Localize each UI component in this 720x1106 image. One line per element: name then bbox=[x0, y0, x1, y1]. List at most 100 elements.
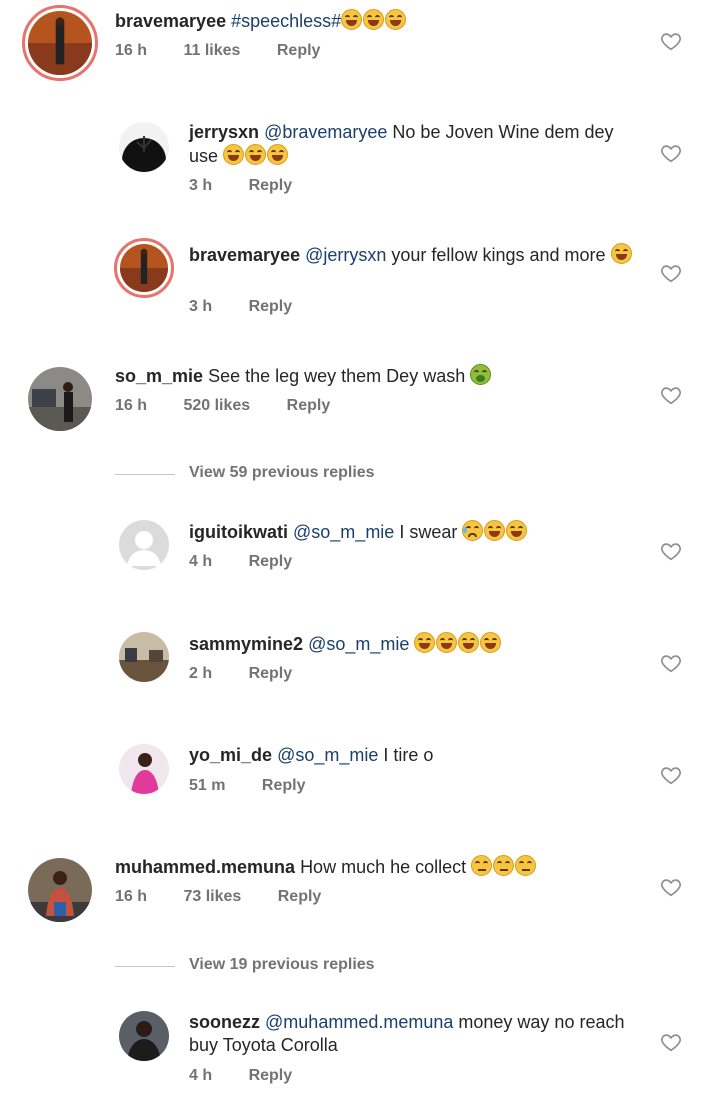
comment-text: bravemaryee @jerrysxn your fellow kings … bbox=[189, 243, 644, 267]
heart-icon[interactable] bbox=[660, 1031, 682, 1053]
avatar[interactable] bbox=[22, 5, 98, 81]
comment-body: See the leg wey them Dey wash bbox=[208, 366, 466, 386]
view-previous-replies-button[interactable]: View 59 previous replies bbox=[115, 464, 515, 484]
heart-icon[interactable] bbox=[660, 652, 682, 674]
comment-meta: 51 m Reply bbox=[189, 777, 338, 795]
heart-icon[interactable] bbox=[660, 764, 682, 786]
comment-text: yo_mi_de @so_m_mie I tire o bbox=[189, 744, 644, 767]
crying-emoji-icon bbox=[462, 520, 484, 541]
username[interactable]: sammymine2 bbox=[189, 634, 303, 654]
comment-time: 3 h bbox=[189, 177, 213, 194]
laughing-emoji-icon bbox=[480, 632, 502, 653]
laughing-emoji-icon bbox=[506, 520, 528, 541]
comment-text: sammymine2 @so_m_mie bbox=[189, 632, 644, 656]
laughing-emoji-icon bbox=[341, 9, 363, 30]
avatar[interactable] bbox=[28, 367, 92, 431]
mention-link[interactable]: @bravemaryee bbox=[264, 122, 387, 142]
comment-time: 16 h bbox=[115, 397, 148, 414]
avatar[interactable] bbox=[119, 632, 169, 682]
comment-time: 16 h bbox=[115, 888, 148, 905]
laughing-emoji-icon bbox=[436, 632, 458, 653]
comment-meta: 3 h Reply bbox=[189, 177, 324, 195]
username[interactable]: yo_mi_de bbox=[189, 745, 272, 765]
laughing-emoji-icon bbox=[610, 243, 632, 264]
comment-text: soonezz @muhammed.memuna money way no re… bbox=[189, 1011, 629, 1057]
laughing-emoji-icon bbox=[267, 144, 289, 165]
like-count[interactable]: 11 likes bbox=[183, 42, 240, 59]
comment-text: so_m_mie See the leg wey them Dey wash bbox=[115, 364, 635, 388]
heart-icon[interactable] bbox=[660, 540, 682, 562]
reply-button[interactable]: Reply bbox=[277, 42, 321, 59]
avatar[interactable] bbox=[114, 238, 174, 298]
avatar[interactable] bbox=[119, 520, 169, 570]
comment-body: I swear bbox=[399, 522, 458, 542]
laughing-emoji-icon bbox=[458, 632, 480, 653]
unamused-emoji-icon bbox=[493, 855, 515, 876]
reply-button[interactable]: Reply bbox=[287, 397, 331, 414]
comment-time: 16 h bbox=[115, 42, 148, 59]
unamused-emoji-icon bbox=[515, 855, 537, 876]
comment-body: your fellow kings and more bbox=[391, 245, 606, 265]
nauseated-emoji-icon bbox=[470, 364, 492, 385]
heart-icon[interactable] bbox=[660, 262, 682, 284]
reply-button[interactable]: Reply bbox=[278, 888, 322, 905]
laughing-emoji-icon bbox=[484, 520, 506, 541]
avatar[interactable] bbox=[119, 744, 169, 794]
view-previous-replies-label: View 59 previous replies bbox=[189, 464, 375, 481]
reply-button[interactable]: Reply bbox=[249, 553, 293, 570]
mention-link[interactable]: @jerrysxn bbox=[305, 245, 386, 265]
comment-meta: 3 h Reply bbox=[189, 298, 324, 316]
username[interactable]: bravemaryee bbox=[189, 245, 300, 265]
comment-time: 4 h bbox=[189, 553, 213, 570]
laughing-emoji-icon bbox=[414, 632, 436, 653]
hashtag[interactable]: #speechless# bbox=[231, 11, 341, 31]
comment-time: 4 h bbox=[189, 1067, 213, 1084]
mention-link[interactable]: @so_m_mie bbox=[308, 634, 409, 654]
heart-icon[interactable] bbox=[660, 30, 682, 52]
reply-button[interactable]: Reply bbox=[249, 1067, 293, 1084]
comment-time: 2 h bbox=[189, 665, 213, 682]
mention-link[interactable]: @muhammed.memuna bbox=[265, 1012, 453, 1032]
laughing-emoji-icon bbox=[223, 144, 245, 165]
divider bbox=[115, 474, 175, 475]
divider bbox=[115, 966, 175, 967]
comment-body: How much he collect bbox=[300, 857, 467, 877]
view-previous-replies-button[interactable]: View 19 previous replies bbox=[115, 956, 515, 976]
like-count[interactable]: 520 likes bbox=[183, 397, 250, 414]
username[interactable]: iguitoikwati bbox=[189, 522, 288, 542]
view-previous-replies-label: View 19 previous replies bbox=[189, 956, 375, 973]
avatar[interactable] bbox=[28, 858, 92, 922]
comment-time: 3 h bbox=[189, 298, 213, 315]
avatar[interactable] bbox=[119, 1011, 169, 1061]
comment-meta: 16 h 11 likes Reply bbox=[115, 42, 352, 60]
username[interactable]: soonezz bbox=[189, 1012, 260, 1032]
heart-icon[interactable] bbox=[660, 142, 682, 164]
username[interactable]: muhammed.memuna bbox=[115, 857, 295, 877]
laughing-emoji-icon bbox=[363, 9, 385, 30]
reply-button[interactable]: Reply bbox=[249, 298, 293, 315]
mention-link[interactable]: @so_m_mie bbox=[277, 745, 378, 765]
laughing-emoji-icon bbox=[385, 9, 407, 30]
mention-link[interactable]: @so_m_mie bbox=[293, 522, 394, 542]
comment-body: I tire o bbox=[383, 745, 434, 765]
avatar[interactable] bbox=[119, 122, 169, 172]
comment-text: iguitoikwati @so_m_mie I swear bbox=[189, 520, 644, 544]
reply-button[interactable]: Reply bbox=[262, 777, 306, 794]
like-count[interactable]: 73 likes bbox=[183, 888, 241, 905]
comment-meta: 2 h Reply bbox=[189, 665, 324, 683]
username[interactable]: bravemaryee bbox=[115, 11, 226, 31]
comment-text: muhammed.memuna How much he collect bbox=[115, 855, 635, 879]
reply-button[interactable]: Reply bbox=[249, 177, 293, 194]
username[interactable]: jerrysxn bbox=[189, 122, 259, 142]
comment-time: 51 m bbox=[189, 777, 226, 794]
comment-meta: 4 h Reply bbox=[189, 1067, 324, 1085]
comment-meta: 4 h Reply bbox=[189, 553, 324, 571]
comment-meta: 16 h 520 likes Reply bbox=[115, 397, 362, 415]
comment-meta: 16 h 73 likes Reply bbox=[115, 888, 353, 906]
unamused-emoji-icon bbox=[471, 855, 493, 876]
reply-button[interactable]: Reply bbox=[249, 665, 293, 682]
heart-icon[interactable] bbox=[660, 876, 682, 898]
heart-icon[interactable] bbox=[660, 384, 682, 406]
username[interactable]: so_m_mie bbox=[115, 366, 203, 386]
comment-text: bravemaryee #speechless# bbox=[115, 9, 635, 33]
